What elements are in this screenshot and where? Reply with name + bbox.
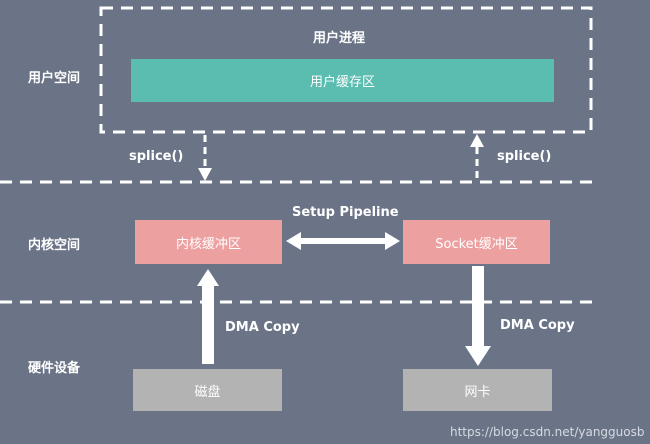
splice-down-arrow <box>198 135 212 181</box>
dma-in-arrow <box>197 269 219 364</box>
user-buffer-box: 用户缓存区 <box>131 59 554 102</box>
dma-out-arrow <box>465 266 491 366</box>
watermark-text: https://blog.csdn.net/yangguosb <box>450 425 645 439</box>
splice-down-label: splice() <box>129 149 184 164</box>
dma-out-label: DMA Copy <box>500 318 575 333</box>
kernel-buffer-label: 内核缓冲区 <box>175 236 241 252</box>
user-buffer-label: 用户缓存区 <box>309 75 375 90</box>
hardware-label: 硬件设备 <box>28 361 81 376</box>
nic-label: 网卡 <box>464 384 491 400</box>
setup-pipeline-label: Setup Pipeline <box>292 205 399 220</box>
nic-box: 网卡 <box>403 369 552 411</box>
setup-pipeline-arrow <box>286 232 400 250</box>
splice-up-arrow <box>470 134 484 182</box>
user-process-label: 用户进程 <box>313 31 366 46</box>
dma-in-label: DMA Copy <box>225 320 300 335</box>
disk-label: 磁盘 <box>194 384 221 400</box>
diagram-canvas: 用户空间 内核空间 硬件设备 用户进程 用户缓存区 内核缓冲区 Socket缓冲… <box>0 0 650 444</box>
socket-buffer-box: Socket缓冲区 <box>403 220 550 264</box>
kernel-buffer-box: 内核缓冲区 <box>135 220 282 264</box>
socket-buffer-label: Socket缓冲区 <box>435 236 518 252</box>
user-space-label: 用户空间 <box>28 71 81 86</box>
splice-up-label: splice() <box>497 149 552 164</box>
disk-box: 磁盘 <box>133 369 282 411</box>
kernel-space-label: 内核空间 <box>28 238 81 253</box>
